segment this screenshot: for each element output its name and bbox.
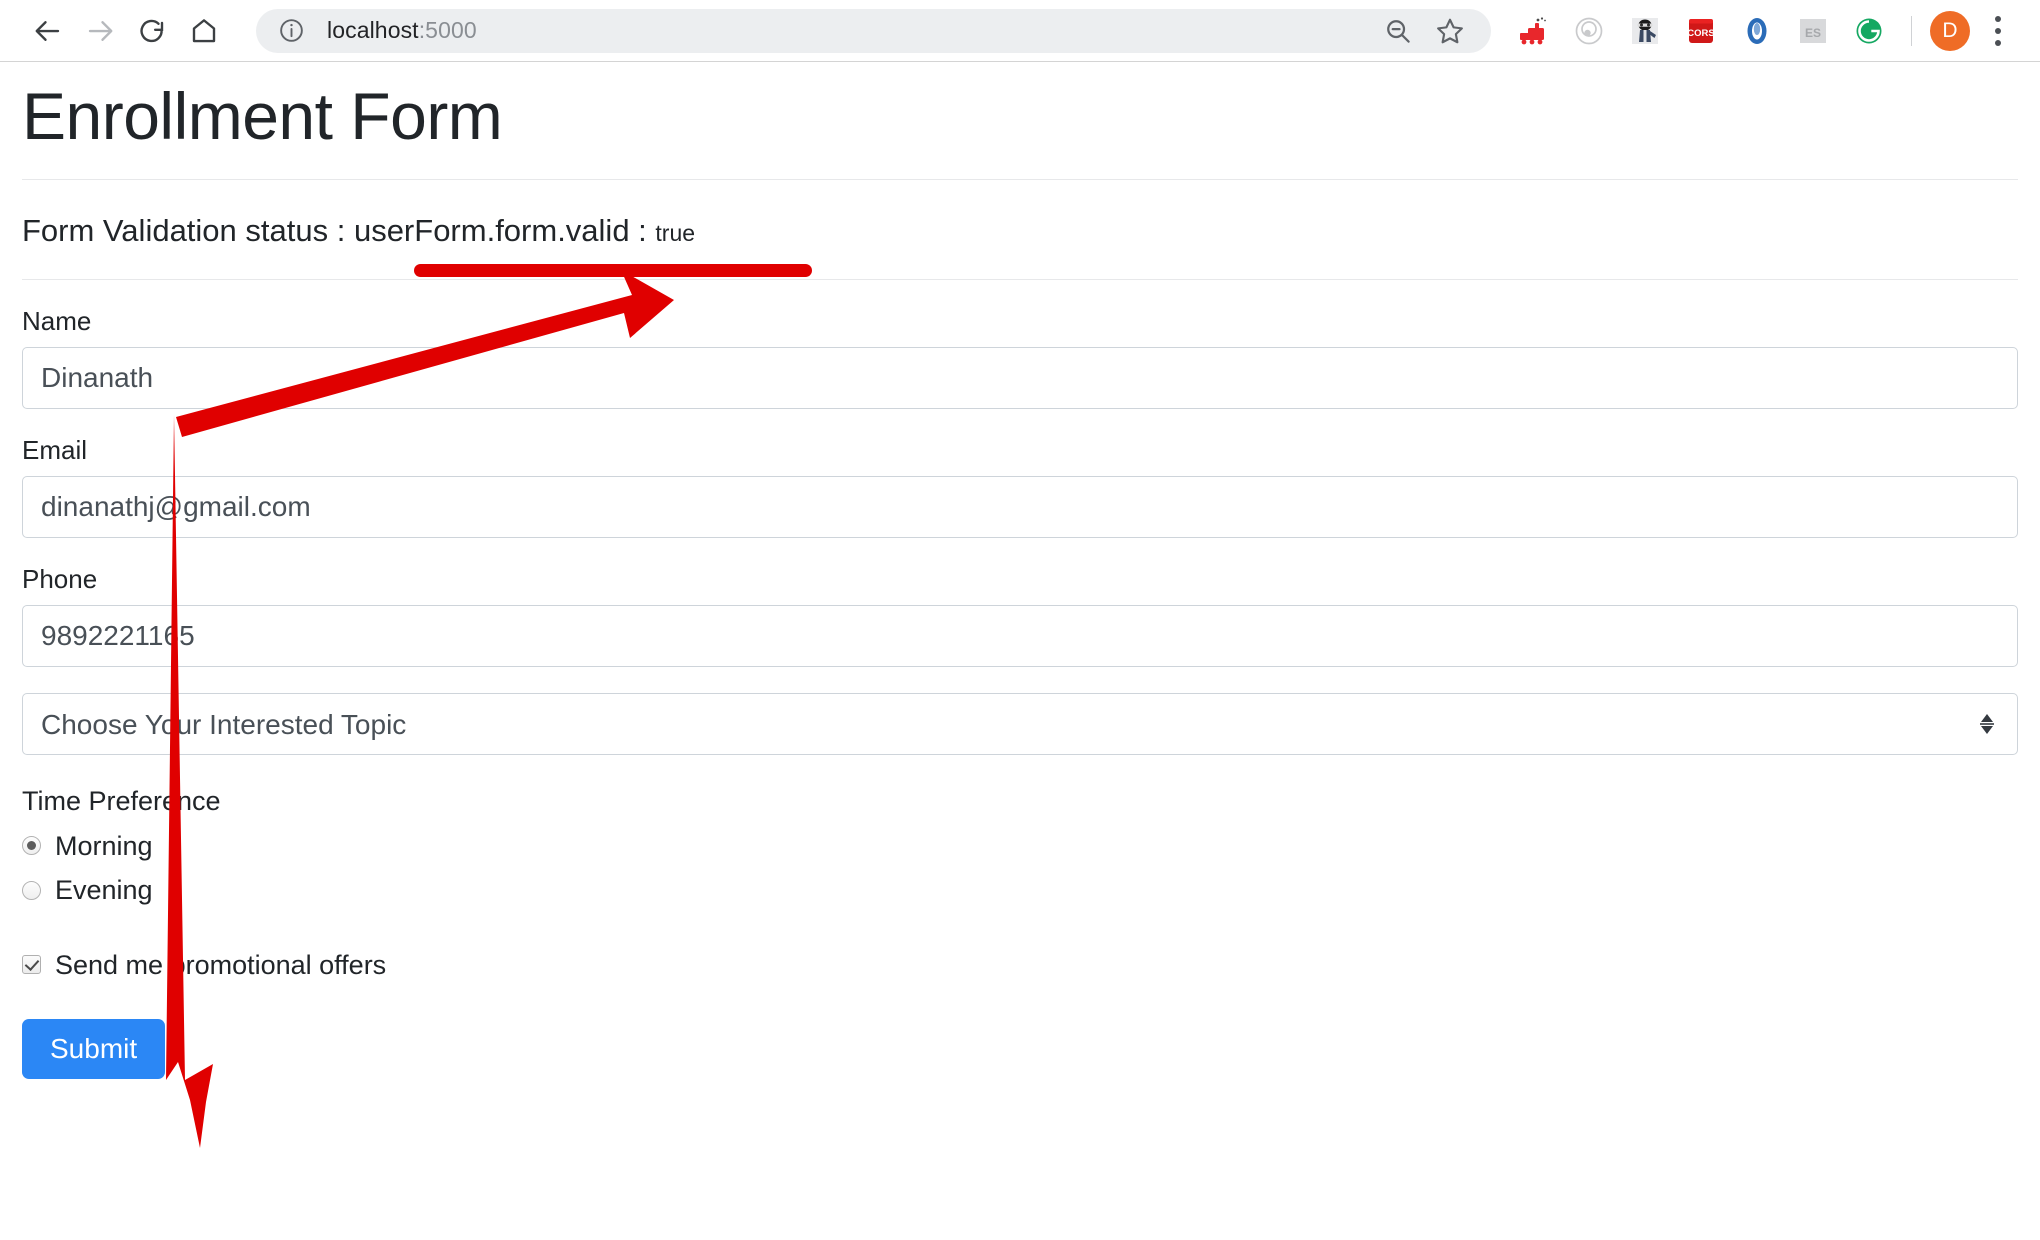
home-icon bbox=[189, 16, 219, 46]
address-bar[interactable]: localhost:5000 bbox=[256, 8, 1491, 54]
form-validation-status-prefix: Form Validation status : userForm.form.v… bbox=[22, 212, 656, 248]
promotional-checkbox-icon[interactable] bbox=[22, 955, 41, 975]
page-content: Enrollment Form Form Validation status :… bbox=[0, 62, 2040, 1240]
url-port: :5000 bbox=[418, 17, 477, 43]
phone-field-group: Phone bbox=[22, 564, 2018, 668]
name-input[interactable] bbox=[22, 346, 2018, 409]
svg-text:ES: ES bbox=[1805, 26, 1821, 40]
phone-label: Phone bbox=[22, 564, 98, 595]
radio-morning-label: Morning bbox=[55, 830, 153, 861]
enrollment-form: Name Email Phone Choose Your Interested … bbox=[22, 306, 2018, 1079]
name-label: Name bbox=[22, 305, 92, 336]
blue-droplet-extension-icon[interactable] bbox=[1733, 9, 1781, 53]
reload-icon bbox=[137, 16, 167, 46]
topic-field-group: Choose Your Interested Topic bbox=[22, 693, 2018, 756]
divider-top bbox=[22, 178, 2018, 180]
url-text: localhost:5000 bbox=[327, 17, 1369, 44]
forward-arrow-icon bbox=[85, 16, 115, 46]
radio-morning-icon[interactable] bbox=[22, 836, 41, 856]
three-dot-menu-icon[interactable] bbox=[1978, 9, 2018, 53]
zoom-out-icon[interactable] bbox=[1375, 8, 1421, 54]
radio-option-morning[interactable]: Morning bbox=[22, 830, 2018, 862]
reload-button[interactable] bbox=[126, 5, 178, 57]
form-validation-status: Form Validation status : userForm.form.v… bbox=[22, 212, 2018, 249]
name-field-group: Name bbox=[22, 306, 2018, 409]
svg-text:CORS: CORS bbox=[1687, 28, 1714, 39]
cors-extension-icon[interactable]: CORS bbox=[1677, 9, 1725, 53]
atom-orbit-extension-icon[interactable] bbox=[1565, 9, 1613, 53]
promotional-checkbox-label: Send me promotional offers bbox=[55, 949, 387, 980]
grammarly-extension-icon[interactable] bbox=[1845, 9, 1893, 53]
back-arrow-icon bbox=[33, 16, 63, 46]
profile-avatar[interactable]: D bbox=[1930, 10, 1970, 51]
back-button[interactable] bbox=[22, 5, 74, 57]
home-button[interactable] bbox=[178, 5, 230, 57]
es-extension-icon[interactable]: ES bbox=[1789, 9, 1837, 53]
red-train-extension-icon[interactable] bbox=[1509, 9, 1557, 53]
time-preference-label: Time Preference bbox=[22, 786, 221, 817]
email-label: Email bbox=[22, 434, 88, 465]
form-validation-status-value: true bbox=[655, 219, 696, 246]
radio-evening-label: Evening bbox=[55, 875, 153, 906]
email-input[interactable] bbox=[22, 476, 2018, 539]
divider-status bbox=[22, 278, 2018, 280]
star-icon[interactable] bbox=[1427, 8, 1473, 54]
phone-input[interactable] bbox=[22, 605, 2018, 668]
site-info-icon[interactable] bbox=[278, 17, 305, 44]
octocat-extension-icon[interactable] bbox=[1621, 9, 1669, 53]
forward-button[interactable] bbox=[74, 5, 126, 57]
email-field-group: Email bbox=[22, 434, 2018, 539]
browser-toolbar: localhost:5000 CORS ES D bbox=[0, 0, 2040, 62]
toolbar-divider bbox=[1911, 15, 1912, 46]
page-title: Enrollment Form bbox=[22, 79, 503, 153]
extension-toolbar: CORS ES bbox=[1505, 9, 1897, 53]
topic-select[interactable]: Choose Your Interested Topic bbox=[22, 693, 2018, 756]
radio-option-evening[interactable]: Evening bbox=[22, 874, 2018, 906]
submit-button[interactable]: Submit bbox=[22, 1018, 166, 1079]
radio-evening-icon[interactable] bbox=[22, 880, 41, 900]
url-host: localhost bbox=[327, 17, 419, 43]
promotional-offers-row[interactable]: Send me promotional offers bbox=[22, 949, 2018, 981]
